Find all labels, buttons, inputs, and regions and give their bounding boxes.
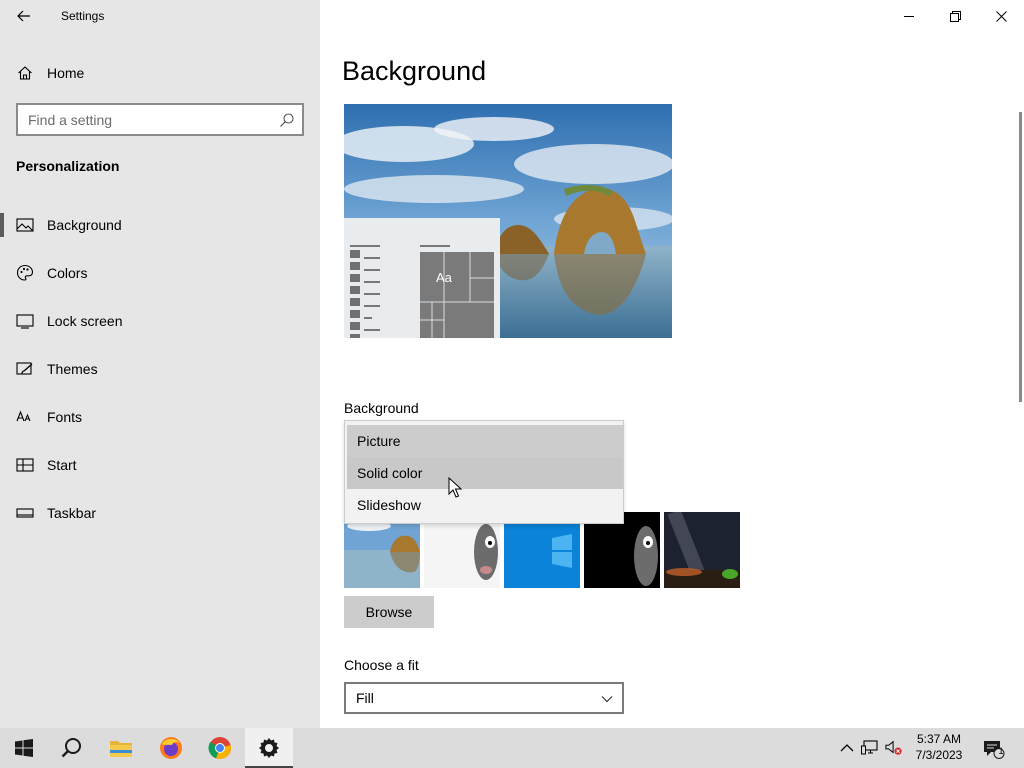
taskbar-icon <box>16 504 34 522</box>
sidebar-item-label: Lock screen <box>47 313 123 329</box>
notification-count: 1 <box>998 746 1004 756</box>
chrome-icon <box>208 737 231 760</box>
home-icon <box>16 64 34 82</box>
network-tray-button[interactable] <box>861 739 879 757</box>
close-button[interactable] <box>978 0 1024 32</box>
sidebar-item-background[interactable]: Background <box>0 205 320 245</box>
lock-screen-icon <box>16 312 34 330</box>
font-icon <box>16 408 34 426</box>
brush-icon <box>16 360 34 378</box>
search-icon <box>61 738 81 758</box>
sidebar-item-lock-screen[interactable]: Lock screen <box>0 301 320 341</box>
sidebar-item-label: Background <box>47 217 122 233</box>
option-solid-color[interactable]: Solid color <box>347 457 623 489</box>
section-title: Personalization <box>16 158 120 174</box>
search-input[interactable] <box>28 111 268 129</box>
page-title: Background <box>342 56 487 86</box>
sidebar-item-colors[interactable]: Colors <box>0 253 320 293</box>
palette-icon <box>16 264 34 282</box>
sidebar-item-taskbar[interactable]: Taskbar <box>0 493 320 533</box>
taskbar-firefox[interactable] <box>147 728 195 768</box>
selection-indicator <box>0 213 4 237</box>
folder-icon <box>110 741 132 757</box>
chevron-up-icon <box>840 744 854 752</box>
network-icon <box>861 740 878 755</box>
windows-logo-icon <box>15 739 33 757</box>
scrollbar[interactable] <box>1019 112 1022 402</box>
chevron-down-icon <box>601 696 613 703</box>
search-icon[interactable] <box>279 112 295 128</box>
taskbar: 5:37 AM 7/3/2023 1 <box>0 728 1024 768</box>
main-content: Background Aa Background Picture Solid c… <box>320 0 1024 728</box>
fit-value: Fill <box>356 690 374 706</box>
sidebar-item-label: Fonts <box>47 409 83 425</box>
background-preview: Aa <box>344 104 672 338</box>
close-icon <box>995 10 1007 22</box>
sidebar-item-fonts[interactable]: Fonts <box>0 397 320 437</box>
minimize-button[interactable] <box>886 0 932 32</box>
picture-icon <box>16 216 34 234</box>
restore-icon <box>949 10 961 22</box>
clock-date: 7/3/2023 <box>915 748 963 762</box>
sidebar: Settings Home Personalization Background… <box>0 0 320 728</box>
window-controls <box>886 0 1024 32</box>
option-picture[interactable]: Picture <box>347 425 623 457</box>
start-menu-preview: Aa <box>344 218 500 338</box>
taskbar-file-explorer[interactable] <box>97 728 145 768</box>
option-slideshow[interactable]: Slideshow <box>347 489 623 521</box>
start-menu-tiles-image <box>350 245 494 338</box>
preview-sample-text: Aa <box>436 270 452 285</box>
clock[interactable]: 5:37 AM 7/3/2023 <box>908 731 970 763</box>
sidebar-item-label: Themes <box>47 361 98 377</box>
sidebar-item-themes[interactable]: Themes <box>0 349 320 389</box>
sidebar-item-label: Taskbar <box>47 505 97 521</box>
volume-tray-button[interactable] <box>885 739 903 757</box>
fit-select[interactable]: Fill <box>344 682 624 714</box>
start-layout-icon <box>16 456 34 474</box>
background-label: Background <box>344 400 419 416</box>
recent-image-thumbnail[interactable] <box>664 512 740 588</box>
volume-muted-icon <box>885 740 902 755</box>
sidebar-item-start[interactable]: Start <box>0 445 320 485</box>
browse-button[interactable]: Browse <box>344 596 434 628</box>
back-arrow-icon <box>17 10 30 22</box>
taskbar-search-button[interactable] <box>48 728 96 768</box>
restore-button[interactable] <box>932 0 978 32</box>
back-button[interactable] <box>8 4 40 28</box>
fit-label: Choose a fit <box>344 657 419 673</box>
search-box[interactable] <box>16 103 304 136</box>
taskbar-settings[interactable] <box>245 728 293 768</box>
title-bar-left: Settings <box>0 0 320 32</box>
nav-home-label: Home <box>47 65 85 81</box>
sidebar-item-label: Colors <box>47 265 88 281</box>
start-button[interactable] <box>0 728 48 768</box>
mouse-cursor-icon <box>448 477 462 498</box>
background-type-dropdown[interactable]: Picture Solid color Slideshow <box>344 420 624 524</box>
nav-home[interactable]: Home <box>0 58 320 88</box>
clock-time: 5:37 AM <box>916 732 962 746</box>
gear-icon <box>259 738 279 758</box>
action-center-button[interactable]: 1 <box>983 738 1005 760</box>
app-title: Settings <box>61 9 105 23</box>
show-hidden-icons-button[interactable] <box>838 739 856 757</box>
minimize-icon <box>903 15 914 17</box>
taskbar-chrome[interactable] <box>196 728 244 768</box>
sidebar-item-label: Start <box>47 457 77 473</box>
firefox-icon <box>160 737 182 759</box>
